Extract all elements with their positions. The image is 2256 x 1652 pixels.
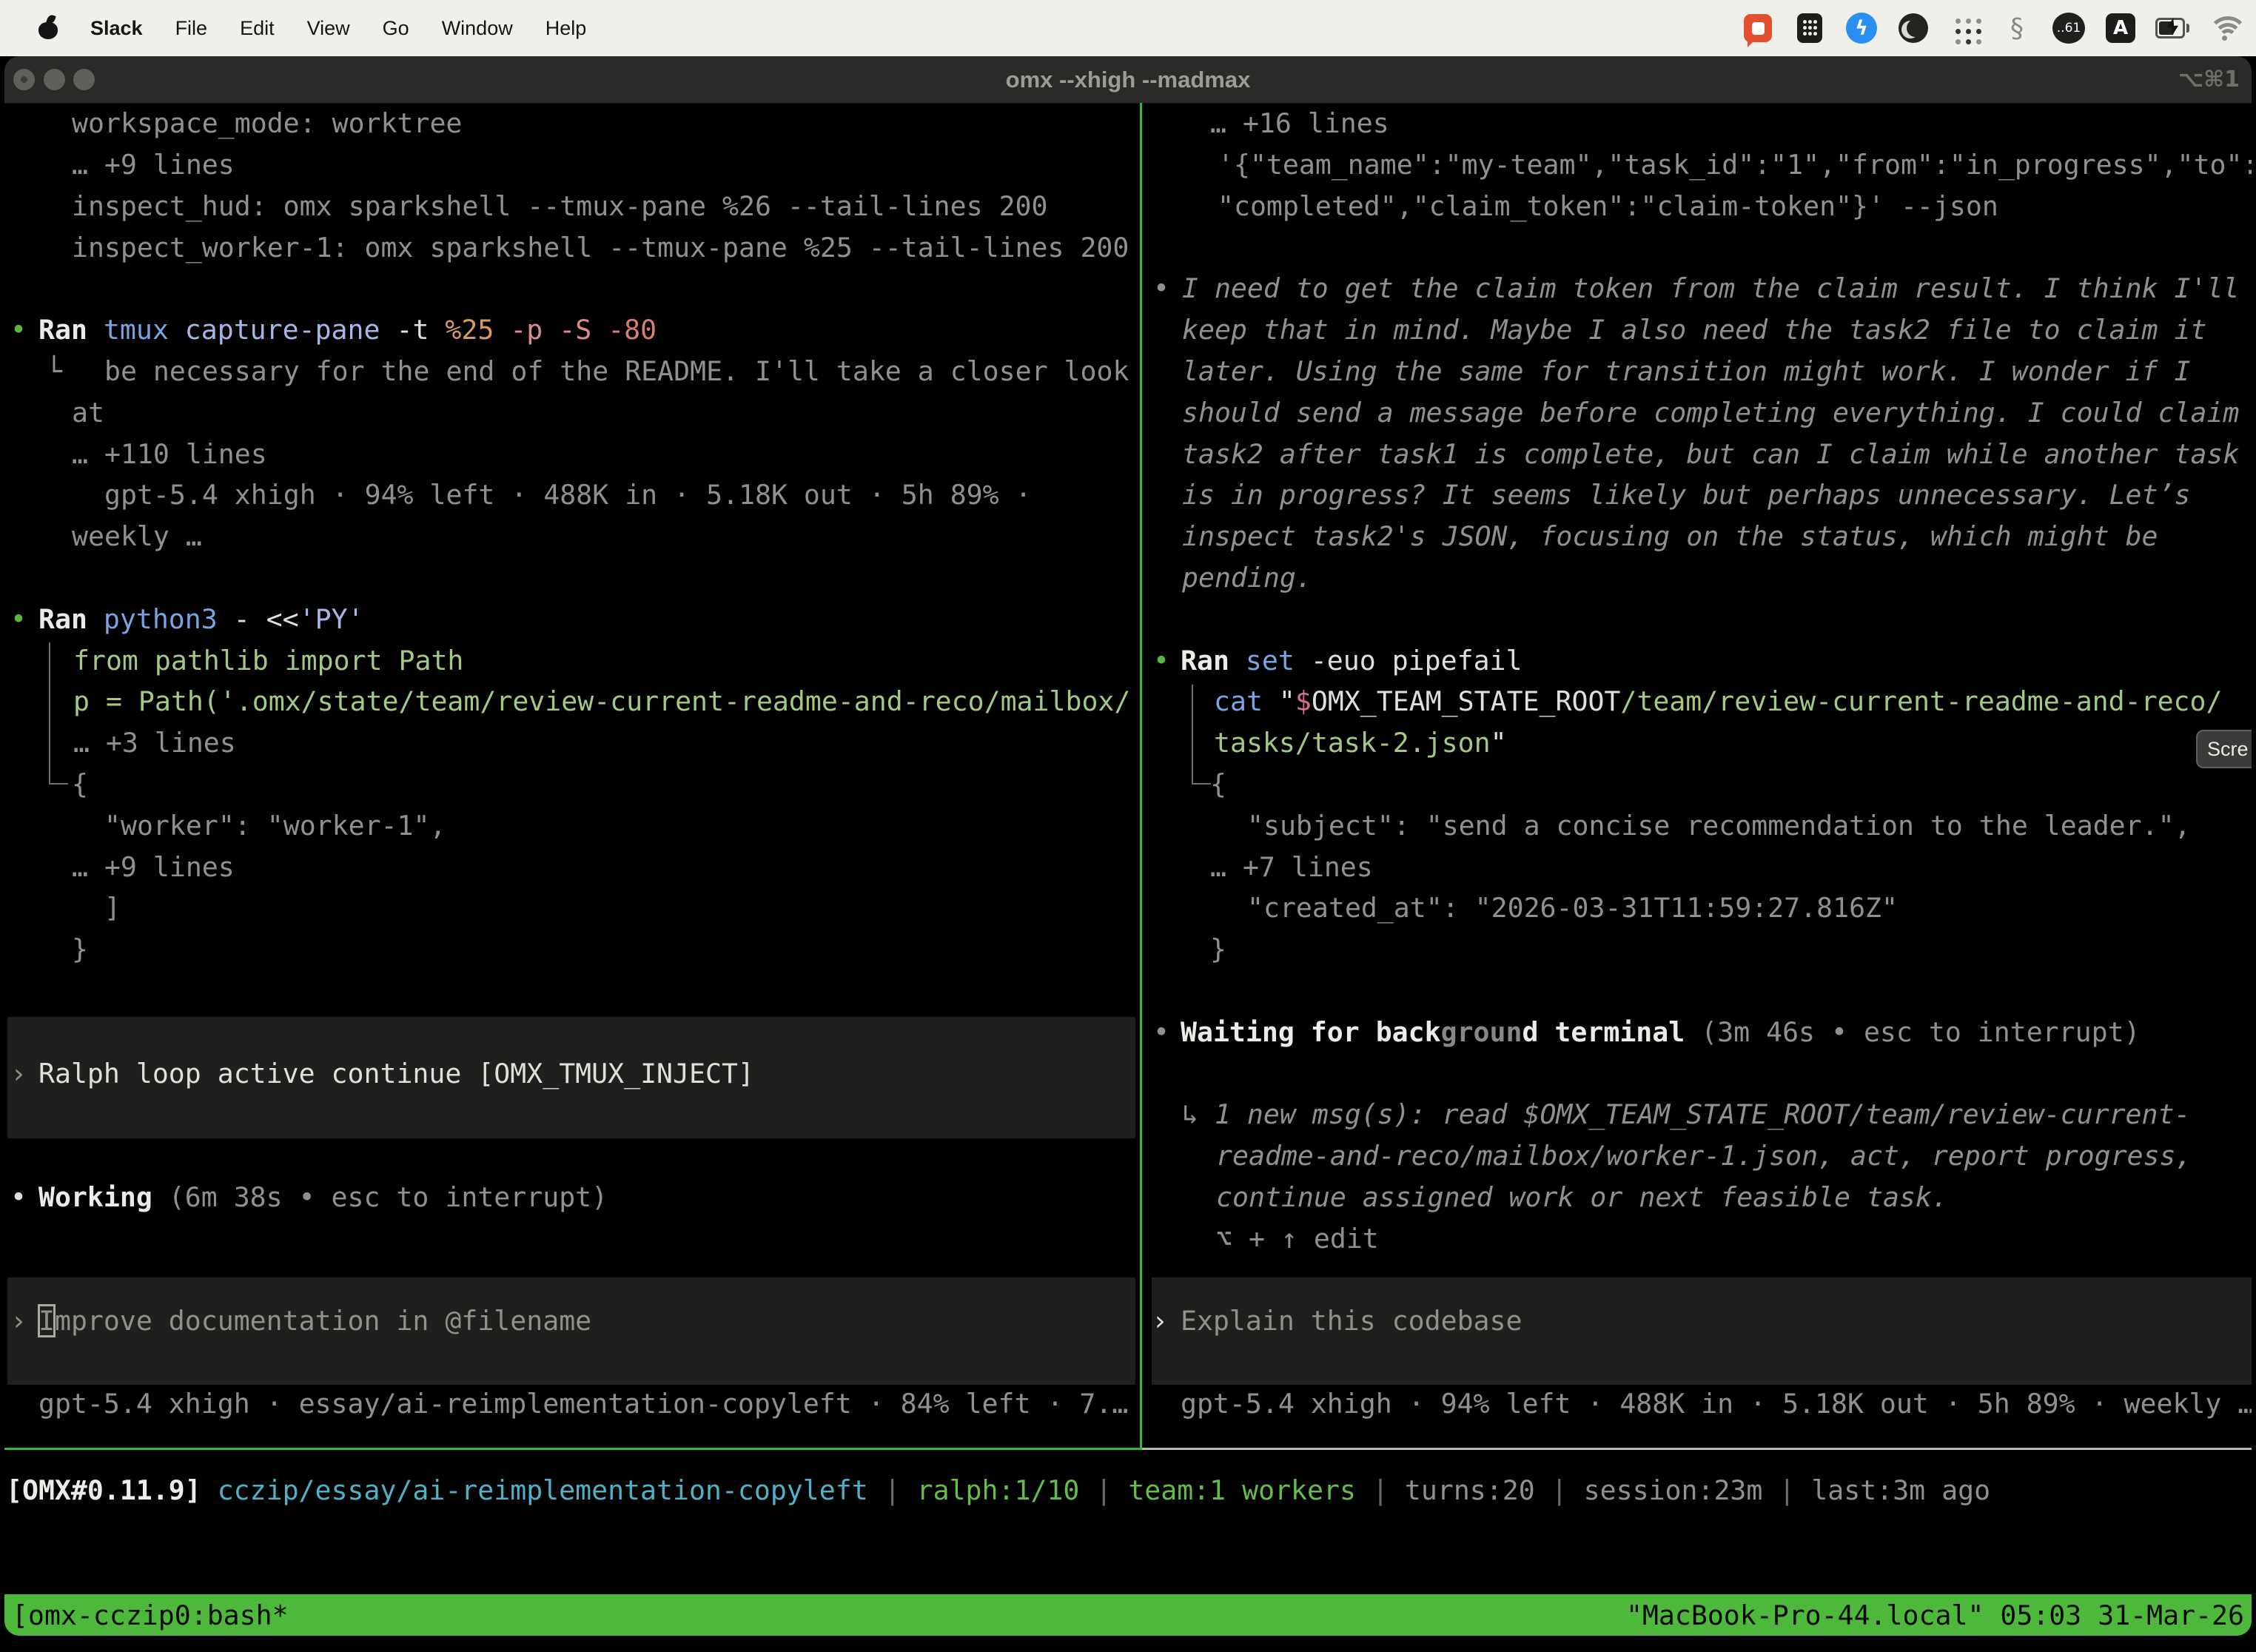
thinking-line: task2 after task1 is complete, but can I… (4, 434, 2252, 475)
json-output-line: "subject": "send a concise recommendatio… (4, 805, 2252, 847)
window-title-bar[interactable]: omx --xhigh --madmax ⌥⌘1 (4, 56, 2252, 104)
thinking-line: is in progress? It seems likely but perh… (4, 474, 2252, 516)
menu-status-icons: ϟ § ..61 A (1741, 11, 2256, 45)
macos-menu-bar: Slack File Edit View Go Window Help ϟ § ..61 A (0, 0, 2256, 56)
squiggle-icon[interactable]: § (2000, 11, 2034, 45)
tmux-host-clock: "MacBook-Pro-44.local" 05:03 31-Mar-26 (1626, 1599, 2244, 1631)
json-output-line: { (4, 764, 2252, 805)
json-output-line: } (4, 929, 2252, 970)
apple-icon[interactable] (38, 17, 58, 39)
window-shortcut-hint: ⌥⌘1 (2178, 56, 2240, 103)
prompt-input-right: ›Explain this codebase (4, 1300, 2252, 1342)
elided-lines: … +16 lines (4, 103, 2252, 144)
code-line: tasks/task-2.json" (4, 722, 2252, 764)
thinking-line: inspect task2's JSON, focusing on the st… (4, 516, 2252, 557)
messenger-icon[interactable]: ϟ (1844, 11, 1879, 45)
keypad-icon[interactable] (1793, 11, 1827, 45)
menu-item-go[interactable]: Go (383, 17, 409, 40)
json-arg-line: '{"team_name":"my-team","task_id":"1","f… (4, 144, 2252, 186)
pane-border-active (4, 1448, 1142, 1450)
ralph-loop-banner: ›Ralph loop active continue [OMX_TMUX_IN… (4, 1053, 2252, 1095)
thinking-line: •I need to get the claim token from the … (4, 268, 2252, 309)
terminal-window: omx --xhigh --madmax ⌥⌘1 workspace_mode:… (4, 56, 2252, 1636)
menu-item-app[interactable]: Slack (90, 17, 143, 40)
ran-set-command: •Ran set -euo pipefail (4, 640, 2252, 682)
new-message-line: ↳ 1 new msg(s): read $OMX_TEAM_STATE_ROO… (4, 1094, 2252, 1135)
pane-divider-vertical[interactable] (1140, 103, 1142, 1448)
close-button[interactable] (13, 69, 35, 90)
code-line: cat "$OMX_TEAM_STATE_ROOT/team/review-cu… (4, 681, 2252, 722)
menu-item-window[interactable]: Window (442, 17, 513, 40)
json-arg-line: "completed","claim_token":"claim-token"}… (4, 186, 2252, 227)
menu-items: Slack File Edit View Go Window Help (0, 17, 586, 40)
thinking-line: pending. (4, 557, 2252, 599)
input-a-icon[interactable]: A (2104, 11, 2138, 45)
menu-item-file[interactable]: File (175, 17, 208, 40)
screen-edge-tooltip: Scre (2196, 730, 2252, 768)
thinking-line: later. Using the same for transition mig… (4, 351, 2252, 392)
thinking-line: keep that in mind. Maybe I also need the… (4, 309, 2252, 351)
window-title: omx --xhigh --madmax (1006, 56, 1251, 103)
ran-python-command: •Ran python3 - <<'PY' (4, 599, 2252, 640)
moon-icon[interactable] (1896, 11, 1930, 45)
menu-item-view[interactable]: View (307, 17, 350, 40)
minimize-button[interactable] (44, 69, 65, 90)
badge-61-icon[interactable]: ..61 (2052, 11, 2086, 45)
new-message-line: continue assigned work or next feasible … (4, 1177, 2252, 1218)
session-status-right: gpt-5.4 xhigh · 94% left · 488K in · 5.1… (4, 1383, 2252, 1425)
thinking-line: should send a message before completing … (4, 392, 2252, 434)
screen: { "menu_bar": { "app_name": "Slack", "it… (0, 0, 2256, 1652)
tmux-session-name: [omx-cczip0:bash* (12, 1599, 289, 1631)
edit-hint-line: ⌥ + ↑ edit (4, 1218, 2252, 1260)
json-output-line: "created_at": "2026-03-31T11:59:27.816Z" (4, 887, 2252, 929)
omx-status-line: [OMX#0.11.9] cczip/essay/ai-reimplementa… (4, 1470, 2252, 1511)
screen-record-icon[interactable] (1741, 11, 1775, 45)
battery-charging-icon[interactable] (2155, 11, 2189, 45)
menu-item-help[interactable]: Help (545, 17, 587, 40)
pane-border-inactive (1142, 1448, 2252, 1450)
new-message-line: readme-and-reco/mailbox/worker-1.json, a… (4, 1135, 2252, 1177)
dots-grid-icon[interactable] (1948, 11, 1982, 45)
elided-lines: … +7 lines (4, 847, 2252, 888)
wifi-icon[interactable] (2207, 11, 2241, 45)
tmux-status-bar: [omx-cczip0:bash* "MacBook-Pro-44.local"… (4, 1594, 2252, 1636)
menu-item-edit[interactable]: Edit (240, 17, 275, 40)
inspect-worker-line: inspect_worker-1: omx sparkshell --tmux-… (4, 227, 2252, 269)
waiting-status: •Waiting for background terminal (3m 46s… (4, 1012, 2252, 1053)
zoom-button[interactable] (73, 69, 95, 90)
